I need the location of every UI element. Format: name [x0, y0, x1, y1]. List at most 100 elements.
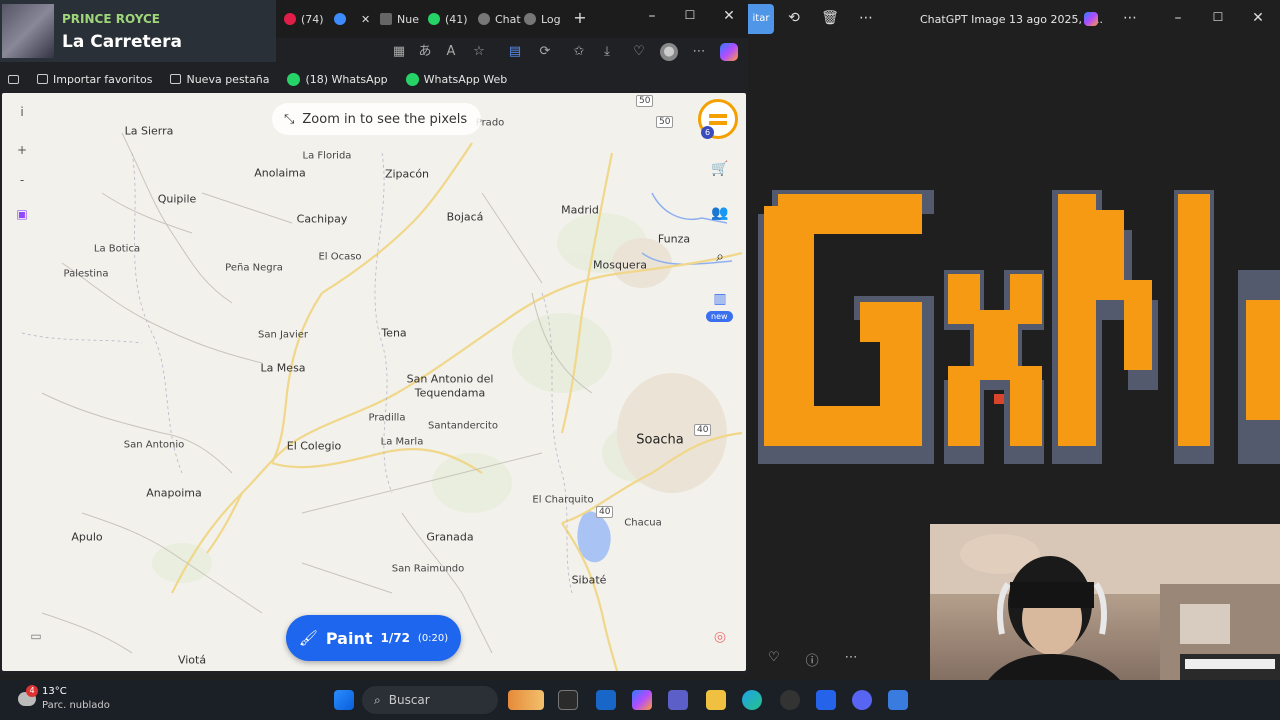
- read-aloud-icon[interactable]: A: [442, 43, 460, 61]
- photo-actions: ♡ ⓘ ⋯: [768, 650, 858, 669]
- store-icon[interactable]: [596, 690, 616, 710]
- widget-icon[interactable]: [508, 690, 544, 710]
- document-icon[interactable]: ▤: [506, 43, 524, 61]
- maximize-button[interactable]: ☐: [1208, 10, 1228, 24]
- user-level-badge: 6: [701, 126, 714, 139]
- new-tab-button[interactable]: +: [568, 8, 592, 27]
- song-title: La Carretera: [62, 32, 182, 52]
- more-icon[interactable]: ⋯: [845, 650, 858, 669]
- map-town-label: San Raimundo: [391, 563, 465, 575]
- page-icon: [380, 13, 392, 25]
- search-icon: ⌕: [374, 692, 381, 707]
- tab-login[interactable]: Log: [524, 8, 561, 30]
- minimize-button[interactable]: –: [640, 8, 664, 24]
- sidebar-toggle-icon[interactable]: [8, 74, 19, 84]
- map-town-label: La Sierra: [124, 124, 174, 138]
- map-town-label: Madrid: [561, 203, 599, 217]
- more-options-icon[interactable]: ⋯: [856, 10, 876, 26]
- discord-icon[interactable]: [852, 690, 872, 710]
- maximize-button[interactable]: ☐: [678, 8, 702, 22]
- bookmark-new-tab[interactable]: Nueva pestaña: [170, 73, 269, 86]
- now-playing-overlay: PRINCE ROYCE La Carretera: [0, 0, 276, 62]
- favorites-icon[interactable]: ✩: [570, 43, 588, 61]
- tab-active[interactable]: ✕: [334, 8, 370, 30]
- leaderboard-icon[interactable]: ▥: [708, 287, 732, 311]
- brush-icon: 🖌: [298, 629, 318, 647]
- profile-icon[interactable]: ●: [660, 43, 678, 61]
- whatsapp-icon: [287, 72, 301, 86]
- close-button[interactable]: ✕: [1248, 10, 1268, 26]
- tab-new[interactable]: Nue: [380, 8, 419, 30]
- map-town-label: Tena: [381, 326, 407, 340]
- edit-button[interactable]: itar: [748, 4, 774, 34]
- taskbar-search[interactable]: ⌕ Buscar: [362, 686, 498, 714]
- translate-icon[interactable]: あ: [416, 43, 434, 61]
- more-icon[interactable]: ⋯: [1120, 10, 1140, 26]
- app-icon[interactable]: [888, 690, 908, 710]
- apps-icon[interactable]: ▦: [390, 43, 408, 61]
- twitch-icon[interactable]: ▣: [14, 207, 30, 221]
- map-town-label: Soacha: [636, 432, 684, 448]
- window-close-button[interactable]: ✕: [717, 8, 741, 24]
- obs-icon[interactable]: [780, 690, 800, 710]
- map-town-label: La Botica: [93, 243, 141, 255]
- bookmark-import[interactable]: Importar favoritos: [37, 73, 152, 86]
- bookmark-whatsapp-18[interactable]: (18) WhatsApp: [287, 72, 388, 86]
- map-town-label: Zipacón: [384, 167, 430, 181]
- zoom-hint-banner: ⤡ Zoom in to see the pixels: [272, 103, 482, 135]
- favorite-icon[interactable]: ♡: [768, 650, 780, 669]
- more-icon[interactable]: ⋯: [690, 43, 708, 61]
- zoom-in-button[interactable]: +: [14, 143, 30, 157]
- paint-button[interactable]: 🖌 Paint 1/72 (0:20): [286, 615, 461, 661]
- copilot-icon[interactable]: [720, 43, 738, 61]
- edge-icon[interactable]: [742, 690, 762, 710]
- map-town-label: El Colegio: [286, 439, 342, 453]
- tab-icon: [170, 74, 182, 84]
- album-art: [2, 4, 54, 58]
- zoom-out-button[interactable]: -: [14, 173, 30, 187]
- close-icon[interactable]: ✕: [361, 13, 370, 26]
- layers-icon[interactable]: ▭: [28, 629, 44, 643]
- people-icon[interactable]: 👥: [708, 201, 732, 225]
- task-view-icon[interactable]: [558, 690, 578, 710]
- map-roads: [21, 132, 743, 671]
- tab-youtube[interactable]: (74): [284, 8, 324, 30]
- tab-chatgpt[interactable]: Chat: [478, 8, 521, 30]
- zoom-icon: ⤡: [284, 111, 295, 127]
- download-icon[interactable]: ⤓: [598, 43, 616, 61]
- star-icon[interactable]: ☆: [470, 43, 488, 61]
- map-canvas[interactable]: La Sierra La Florida Anolaima Zipacón Quipil…: [2, 93, 746, 671]
- copilot-icon[interactable]: [632, 690, 652, 710]
- rotate-icon[interactable]: ⟲: [784, 10, 804, 26]
- tab-whatsapp[interactable]: (41): [428, 8, 468, 30]
- info-icon[interactable]: ⓘ: [806, 650, 819, 669]
- import-icon: [37, 74, 48, 84]
- map-town-label: Santandercito: [428, 420, 498, 432]
- artist-name: PRINCE ROYCE: [62, 12, 161, 26]
- map-town-label: El Charquito: [532, 494, 594, 506]
- bookmark-whatsapp-web[interactable]: WhatsApp Web: [405, 72, 507, 86]
- map-town-label: Sibaté: [571, 573, 607, 587]
- search-map-icon[interactable]: ⌕: [708, 245, 732, 269]
- map-town-label: Granada: [426, 530, 474, 544]
- heart-icon[interactable]: ♡: [630, 43, 648, 61]
- route-shield: 40: [596, 506, 614, 518]
- location-icon[interactable]: ◎: [708, 625, 732, 649]
- start-button[interactable]: [334, 690, 354, 710]
- map-town-label: Funza: [657, 232, 691, 246]
- teams-icon[interactable]: [668, 690, 688, 710]
- delete-icon[interactable]: 🗑: [820, 10, 840, 26]
- openai-icon: [524, 13, 536, 25]
- file-explorer-icon[interactable]: [706, 690, 726, 710]
- bookmarks-bar: Importar favoritos Nueva pestaña (18) Wh…: [0, 66, 748, 92]
- minimize-button[interactable]: –: [1168, 10, 1188, 26]
- info-button[interactable]: i: [14, 105, 30, 119]
- copilot-icon[interactable]: [1084, 12, 1098, 26]
- refresh-extension-icon[interactable]: ⟳: [536, 43, 554, 61]
- editor-icon[interactable]: [816, 690, 836, 710]
- map-town-label: Apulo: [71, 530, 103, 544]
- cart-icon[interactable]: 🛒: [708, 157, 732, 181]
- pixel-art-image: [758, 190, 1280, 464]
- map-town-label: El Ocaso: [318, 251, 362, 263]
- map-town-label: Palestina: [63, 268, 109, 280]
